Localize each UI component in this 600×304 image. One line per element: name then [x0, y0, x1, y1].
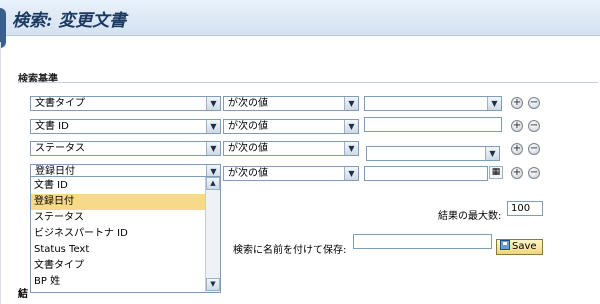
section-divider [18, 82, 598, 83]
dropdown-option[interactable]: ビジネスパートナ ID [31, 226, 206, 242]
criteria-value-select-3[interactable]: ▼ [366, 146, 500, 161]
criteria-value-select-1[interactable]: ▼ [364, 96, 502, 111]
criteria-operator-value-3: が次の値 [228, 143, 268, 154]
page-header: 検索: 変更文書 [0, 0, 600, 36]
add-criteria-button-2[interactable]: + [511, 120, 523, 132]
dropdown-option[interactable]: 文書 ID [31, 178, 206, 194]
dropdown-option[interactable]: BP 姓 [31, 274, 206, 290]
criteria-operator-value-4: が次の値 [228, 168, 268, 179]
criteria-field-select-3[interactable]: ステータス ▼ [30, 141, 221, 156]
chevron-down-icon[interactable]: ▼ [344, 120, 358, 133]
chevron-down-icon[interactable]: ▼ [487, 97, 501, 110]
criteria-field-select-2[interactable]: 文書 ID ▼ [30, 119, 221, 134]
results-section-title: 結 [18, 289, 28, 300]
save-button[interactable]: Save [496, 239, 543, 255]
scroll-up-icon[interactable]: ▲ [206, 177, 220, 190]
criteria-operator-value-2: が次の値 [228, 121, 268, 132]
chevron-down-icon[interactable]: ▼ [344, 167, 358, 180]
dropdown-option[interactable]: 文書タイプ [31, 258, 206, 274]
criteria-value-input-2[interactable] [364, 117, 502, 132]
dropdown-option-selected[interactable]: 登録日付 [31, 194, 206, 210]
floppy-disk-icon [500, 240, 510, 250]
criteria-operator-value-1: が次の値 [228, 98, 268, 109]
dropdown-scrollbar[interactable]: ▲ ▼ [205, 177, 220, 292]
panel-left-border [0, 42, 1, 304]
chevron-down-icon[interactable]: ▼ [206, 120, 220, 133]
remove-criteria-button-2[interactable]: − [528, 120, 540, 132]
criteria-operator-select-1[interactable]: が次の値 ▼ [223, 96, 359, 111]
chevron-down-icon[interactable]: ▼ [344, 142, 358, 155]
add-criteria-button-1[interactable]: + [511, 97, 523, 109]
criteria-field-value-1: 文書タイプ [35, 98, 85, 109]
save-search-label: 検索に名前を付けて保存: [233, 245, 347, 256]
criteria-operator-select-2[interactable]: が次の値 ▼ [223, 119, 359, 134]
page-title: 検索: 変更文書 [12, 11, 127, 31]
save-button-label: Save [512, 241, 537, 252]
criteria-field-select-1[interactable]: 文書タイプ ▼ [30, 96, 221, 111]
max-results-input[interactable]: 100 [507, 201, 543, 216]
add-criteria-button-4[interactable]: + [511, 167, 523, 179]
chevron-down-icon[interactable]: ▼ [206, 142, 220, 155]
criteria-date-input-4[interactable] [364, 166, 488, 181]
dropdown-option[interactable]: Status Text [31, 242, 206, 258]
criteria-field-value-3: ステータス [35, 143, 85, 154]
remove-criteria-button-4[interactable]: − [528, 167, 540, 179]
dropdown-option[interactable]: ステータス [31, 210, 206, 226]
criteria-operator-select-4[interactable]: が次の値 ▼ [223, 166, 359, 181]
chevron-down-icon[interactable]: ▼ [206, 97, 220, 110]
scroll-down-icon[interactable]: ▼ [206, 278, 220, 291]
remove-criteria-button-3[interactable]: − [528, 143, 540, 155]
max-results-label: 結果の最大数: [438, 211, 502, 222]
calendar-icon[interactable]: ▦ [489, 166, 503, 179]
criteria-operator-select-3[interactable]: が次の値 ▼ [223, 141, 359, 156]
criteria-field-value-2: 文書 ID [35, 121, 69, 132]
save-search-name-input[interactable] [353, 234, 492, 249]
chevron-down-icon[interactable]: ▼ [485, 147, 499, 160]
field-dropdown-list[interactable]: 文書 ID 登録日付 ステータス ビジネスパートナ ID Status Text… [30, 176, 221, 293]
add-criteria-button-3[interactable]: + [511, 143, 523, 155]
chevron-down-icon[interactable]: ▼ [344, 97, 358, 110]
remove-criteria-button-1[interactable]: − [528, 97, 540, 109]
